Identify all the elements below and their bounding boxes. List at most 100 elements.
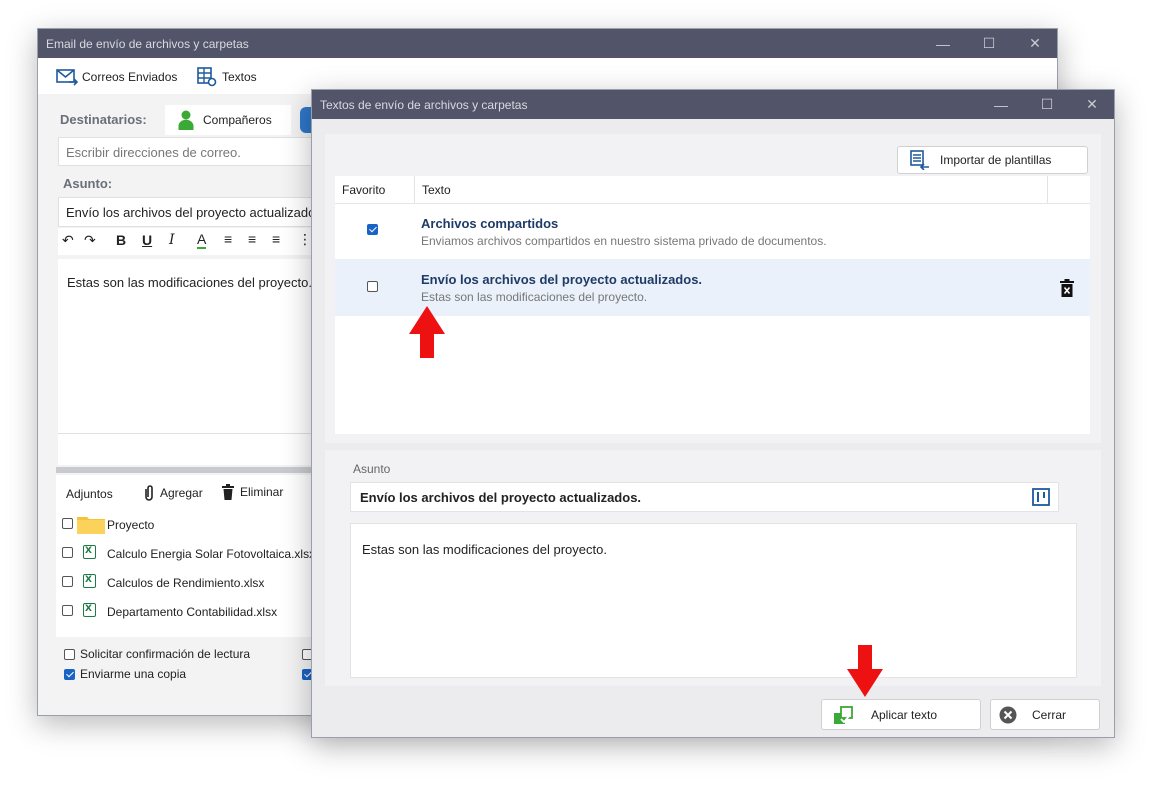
sent-mail-icon	[56, 69, 78, 86]
row-title: Envío los archivos del proyecto actualiz…	[421, 272, 703, 287]
close-button[interactable]: Cerrar	[990, 699, 1100, 730]
file-name: Calculo Energia Solar Fotovoltaica.xlsx	[107, 547, 316, 561]
texts-window: Textos de envío de archivos y carpetas —…	[311, 89, 1115, 738]
col-favorite: Favorito	[342, 183, 386, 197]
delete-attachment-button[interactable]: Eliminar	[221, 484, 283, 500]
preview-subject-value: Envío los archivos del proyecto actualiz…	[360, 490, 642, 505]
excel-icon	[83, 574, 96, 588]
list-item[interactable]: Proyecto	[56, 511, 318, 537]
file-name: Departamento Contabilidad.xlsx	[107, 605, 278, 619]
texts-button[interactable]: Textos	[196, 67, 257, 87]
preview-body[interactable]: Estas son las modificaciones del proyect…	[350, 523, 1077, 678]
apply-text-label: Aplicar texto	[871, 707, 938, 722]
email-window-title: Email de envío de archivos y carpetas	[46, 37, 249, 51]
col-divider	[414, 176, 415, 203]
minimize-icon[interactable]: —	[978, 90, 1024, 119]
texts-window-titlebar: Textos de envío de archivos y carpetas —…	[312, 90, 1114, 119]
subject-input[interactable]: Envío los archivos del proyecto actualiz…	[58, 197, 320, 227]
italic-icon[interactable]: I	[169, 232, 175, 248]
email-window-titlebar: Email de envío de archivos y carpetas — …	[38, 29, 1057, 58]
send-copy-label: Enviarme una copia	[80, 667, 187, 681]
col-divider	[1047, 176, 1048, 203]
preview-body-text: Estas son las modificaciones del proyect…	[362, 542, 607, 557]
import-templates-button[interactable]: Importar de plantillas	[897, 146, 1088, 174]
close-circle-icon	[999, 706, 1017, 723]
bold-icon[interactable]: B	[116, 232, 126, 248]
import-templates-label: Importar de plantillas	[940, 153, 1052, 167]
font-color-icon[interactable]: A	[197, 231, 207, 249]
align-right-icon[interactable]: ≡	[272, 231, 280, 247]
editor-footer	[58, 433, 318, 465]
checkbox[interactable]	[62, 518, 73, 529]
file-name: Proyecto	[107, 518, 155, 532]
add-attachment-label: Agregar	[160, 486, 203, 500]
table-row[interactable]: Archivos compartidos Enviamos archivos c…	[335, 203, 1090, 259]
maximize-icon[interactable]: ☐	[1024, 90, 1070, 119]
preview-panel: Asunto Envío los archivos del proyecto a…	[325, 450, 1101, 686]
col-text: Texto	[422, 183, 451, 197]
subject-value: Envío los archivos del proyecto actualiz…	[66, 205, 320, 220]
import-icon	[910, 150, 929, 170]
arrow-up-annotation-icon	[409, 306, 445, 358]
address-input[interactable]: Escribir direcciones de correo.	[58, 137, 320, 166]
sent-emails-button[interactable]: Correos Enviados	[56, 67, 177, 87]
tab-colleagues[interactable]: Compañeros	[165, 105, 291, 135]
address-placeholder: Escribir direcciones de correo.	[66, 145, 241, 160]
close-button-label: Cerrar	[1032, 707, 1067, 722]
paperclip-icon	[145, 485, 153, 501]
checkbox[interactable]	[62, 547, 73, 558]
align-left-icon[interactable]: ≡	[224, 231, 232, 247]
list-item[interactable]: Calculos de Rendimiento.xlsx	[56, 569, 318, 595]
insert-field-icon[interactable]	[1032, 488, 1050, 506]
row-subtitle: Estas son las modificaciones del proyect…	[421, 290, 648, 304]
checkbox[interactable]	[62, 576, 73, 587]
list-icon[interactable]: ⋮	[298, 231, 312, 248]
excel-icon	[83, 603, 96, 617]
person-icon	[178, 110, 194, 130]
favorite-checkbox[interactable]	[367, 224, 378, 235]
read-receipt-option[interactable]: Solicitar confirmación de lectura	[64, 647, 250, 661]
minimize-icon[interactable]: —	[920, 29, 966, 58]
table-row[interactable]: Envío los archivos del proyecto actualiz…	[335, 259, 1090, 316]
read-receipt-checkbox[interactable]	[64, 648, 75, 660]
body-editor[interactable]: Estas son las modificaciones del proyect…	[58, 259, 318, 455]
delete-row-icon[interactable]	[1060, 279, 1074, 297]
table-header: Favorito Texto	[335, 176, 1090, 204]
align-center-icon[interactable]: ≡	[248, 231, 256, 247]
format-toolbar: ↶ ↷ B U I A ≡ ≡ ≡ ⋮	[58, 228, 318, 255]
list-item[interactable]: Departamento Contabilidad.xlsx	[56, 598, 318, 624]
recipients-label: Destinatarios:	[60, 112, 147, 127]
sent-emails-label: Correos Enviados	[82, 70, 178, 84]
tab-colleagues-label: Compañeros	[203, 113, 272, 127]
favorite-checkbox[interactable]	[367, 281, 378, 292]
preview-subject-input[interactable]: Envío los archivos del proyecto actualiz…	[350, 482, 1059, 512]
close-icon[interactable]: ✕	[1012, 29, 1058, 58]
row-subtitle: Enviamos archivos compartidos en nuestro…	[421, 234, 827, 248]
checkbox[interactable]	[62, 605, 73, 616]
maximize-icon[interactable]: ☐	[966, 29, 1012, 58]
send-copy-checkbox[interactable]	[64, 668, 75, 680]
body-text: Estas son las modificaciones del proyect…	[67, 275, 312, 290]
trash-icon	[222, 484, 234, 500]
row-title: Archivos compartidos	[421, 216, 559, 231]
attachments-label: Adjuntos	[66, 487, 113, 501]
undo-icon[interactable]: ↶	[62, 232, 74, 249]
delete-attachment-label: Eliminar	[240, 485, 284, 499]
subject-label: Asunto:	[63, 176, 113, 191]
redo-icon[interactable]: ↷	[84, 232, 96, 249]
text-settings-icon	[197, 67, 217, 87]
close-icon[interactable]: ✕	[1069, 90, 1115, 119]
apply-icon	[834, 705, 853, 724]
excel-icon	[83, 545, 96, 559]
apply-text-button[interactable]: Aplicar texto	[821, 699, 981, 730]
list-item[interactable]: Calculo Energia Solar Fotovoltaica.xlsx	[56, 540, 318, 566]
texts-window-title: Textos de envío de archivos y carpetas	[320, 98, 528, 112]
templates-panel: Importar de plantillas Favorito Texto Ar…	[325, 134, 1101, 443]
splitter[interactable]	[56, 467, 318, 473]
texts-label: Textos	[222, 70, 257, 84]
arrow-down-annotation-icon	[847, 645, 883, 697]
preview-subject-label: Asunto	[353, 462, 391, 476]
send-copy-option[interactable]: Enviarme una copia	[64, 667, 186, 681]
add-attachment-button[interactable]: Agregar	[143, 484, 203, 502]
underline-icon[interactable]: U	[142, 232, 152, 248]
